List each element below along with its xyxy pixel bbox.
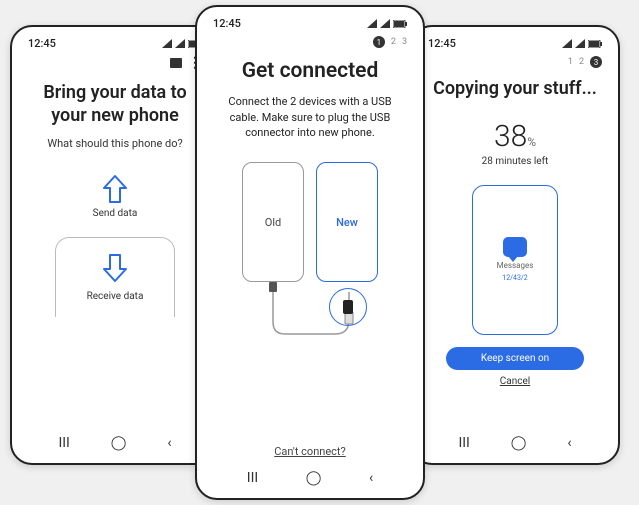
nav-bar: III ◯ ‹ [24, 429, 206, 453]
nav-back[interactable]: ‹ [369, 470, 373, 486]
send-data-option[interactable]: Send data [24, 174, 206, 219]
item-label: Messages [497, 261, 534, 270]
transfer-item-display: Messages 12/43/2 [472, 185, 558, 335]
step-2: 2 [579, 57, 584, 67]
keep-screen-on-button[interactable]: Keep screen on [446, 347, 584, 370]
cancel-link[interactable]: Cancel [424, 376, 606, 387]
page-title: Bring your data to your new phone [24, 82, 206, 127]
sim-icon [170, 58, 182, 68]
status-icons [367, 19, 407, 28]
header-icons: ⋮ [24, 56, 206, 76]
wifi-icon [175, 39, 185, 48]
arrow-down-icon [102, 253, 128, 283]
step-indicator: 1 2 3 [209, 36, 411, 52]
battery-icon [393, 20, 407, 28]
page-title: Get connected [209, 58, 411, 84]
receive-label: Receive data [87, 291, 144, 302]
nav-home[interactable]: ◯ [511, 435, 527, 451]
step-current: 1 [373, 36, 385, 48]
signal-icon [162, 39, 172, 48]
step-current: 3 [590, 56, 602, 68]
phone-screen-2: 12:45 1 2 3 Get connected Connect the 2 … [195, 5, 425, 500]
progress-display: 38% 28 minutes left [424, 119, 606, 167]
nav-home[interactable]: ◯ [306, 470, 322, 486]
page-title: Copying your stuff... [424, 78, 606, 101]
usb-adapter-icon [343, 300, 353, 314]
phone-screen-1: 12:45 ⋮ Bring your data to your new phon… [10, 25, 220, 465]
nav-bar: III ◯ ‹ [209, 464, 411, 488]
status-bar: 12:45 [424, 35, 606, 56]
messages-icon [503, 237, 527, 257]
new-phone: New [316, 162, 378, 282]
page-subtitle: What should this phone do? [24, 137, 206, 150]
signal-icon [562, 39, 572, 48]
old-phone: Old [242, 162, 304, 282]
nav-recent[interactable]: III [58, 435, 69, 451]
page-body: Connect the 2 devices with a USB cable. … [209, 94, 411, 140]
step-2: 2 [391, 37, 396, 47]
receive-data-option[interactable]: Receive data [55, 237, 175, 317]
step-3: 3 [402, 37, 407, 47]
usb-cable [209, 162, 411, 342]
phone-screen-3: 12:45 1 2 3 Copying your stuff... 38% 28… [410, 25, 620, 465]
status-time: 12:45 [428, 37, 456, 50]
percent-symbol: % [527, 135, 536, 149]
step-1: 1 [568, 57, 573, 67]
status-bar: 12:45 [24, 35, 206, 56]
status-time: 12:45 [28, 37, 56, 50]
progress-percent: 38 [494, 119, 527, 154]
nav-home[interactable]: ◯ [111, 435, 127, 451]
progress-eta: 28 minutes left [424, 156, 606, 167]
connection-illustration: Old New [209, 162, 411, 342]
wifi-icon [575, 39, 585, 48]
step-indicator: 1 2 3 [424, 56, 606, 72]
cant-connect-link[interactable]: Can't connect? [209, 445, 411, 458]
signal-icon [367, 19, 377, 28]
nav-back[interactable]: ‹ [567, 435, 571, 451]
item-count: 12/43/2 [502, 274, 527, 282]
arrow-up-icon [102, 174, 128, 204]
wifi-icon [380, 19, 390, 28]
status-time: 12:45 [213, 17, 241, 30]
send-label: Send data [93, 208, 138, 219]
usb-adapter-highlight [329, 288, 367, 326]
nav-back[interactable]: ‹ [167, 435, 171, 451]
nav-bar: III ◯ ‹ [424, 429, 606, 453]
nav-recent[interactable]: III [458, 435, 469, 451]
status-icons [562, 39, 602, 48]
nav-recent[interactable]: III [247, 470, 258, 486]
status-bar: 12:45 [209, 15, 411, 36]
battery-icon [588, 40, 602, 48]
